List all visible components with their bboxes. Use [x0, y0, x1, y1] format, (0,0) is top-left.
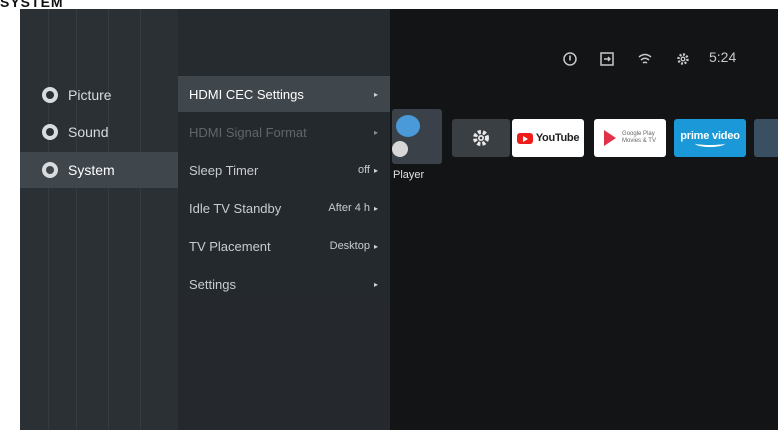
app-google-play-movies-tile[interactable]: Google Play Movies & TV: [594, 119, 666, 157]
panel-stripe: [140, 9, 141, 430]
submenu-label: HDMI Signal Format: [189, 124, 307, 140]
submenu-value: After 4 h: [328, 202, 370, 214]
gear-icon[interactable]: [676, 52, 690, 66]
category-system[interactable]: System: [20, 152, 178, 188]
submenu-hdmi-cec-settings[interactable]: HDMI CEC Settings ▸: [178, 76, 390, 112]
disc-icon: [392, 141, 408, 157]
app-next-tile[interactable]: [754, 119, 778, 157]
youtube-logo-icon: [516, 132, 533, 144]
submenu-panel: HDMI CEC Settings ▸ HDMI Signal Format ▸…: [178, 9, 390, 430]
category-panel: Picture Sound System: [20, 9, 178, 430]
app-player-tile[interactable]: [392, 109, 442, 164]
app-youtube-tile[interactable]: YouTube: [512, 119, 584, 157]
category-label: Picture: [68, 87, 112, 103]
app-player-label: Player: [393, 169, 425, 181]
submenu-idle-tv-standby[interactable]: Idle TV Standby After 4 h ▸: [178, 190, 390, 226]
chevron-right-icon: ▸: [373, 241, 378, 251]
google-play-line2: Movies & TV: [622, 138, 656, 144]
submenu-label: Settings: [189, 276, 236, 292]
google-play-label: Google Play Movies & TV: [622, 131, 656, 145]
google-play-logo-icon: [604, 130, 617, 146]
sound-icon: [42, 124, 58, 140]
submenu-label: TV Placement: [189, 238, 271, 254]
submenu-sleep-timer[interactable]: Sleep Timer off ▸: [178, 152, 390, 188]
submenu-label: HDMI CEC Settings: [189, 86, 304, 102]
panel-stripe: [76, 9, 77, 430]
chevron-right-icon: ▸: [373, 165, 378, 175]
category-label: System: [68, 162, 115, 178]
submenu-settings[interactable]: Settings ▸: [178, 266, 390, 302]
input-source-icon[interactable]: [600, 52, 614, 66]
submenu-hdmi-signal-format[interactable]: HDMI Signal Format ▸: [178, 114, 390, 150]
chevron-right-icon: ▸: [373, 89, 378, 99]
player-logo-icon: [396, 115, 420, 137]
app-prime-video-tile[interactable]: prime video: [674, 119, 746, 157]
google-play-line1: Google Play: [622, 131, 655, 137]
prime-smile-icon: [695, 140, 725, 147]
gear-icon: [473, 130, 489, 146]
submenu-tv-placement[interactable]: TV Placement Desktop ▸: [178, 228, 390, 264]
chevron-right-icon: ▸: [373, 203, 378, 213]
submenu-label: Sleep Timer: [189, 162, 259, 178]
category-sound[interactable]: Sound: [20, 114, 178, 150]
submenu-value: Desktop: [329, 240, 370, 252]
category-picture[interactable]: Picture: [20, 77, 178, 113]
info-circle-icon[interactable]: [563, 52, 577, 66]
panel-stripe: [108, 9, 109, 430]
picture-icon: [42, 87, 58, 103]
submenu-empty-area: [178, 299, 390, 430]
tv-screen: Picture Sound System HDMI CEC Settings ▸…: [20, 9, 778, 430]
wrench-icon: [42, 162, 58, 178]
app-settings-tile[interactable]: [452, 119, 510, 157]
submenu-value: off: [357, 164, 370, 176]
submenu-label: Idle TV Standby: [189, 200, 282, 216]
chevron-right-icon: ▸: [373, 127, 378, 137]
youtube-label: YouTube: [535, 132, 580, 144]
wifi-icon[interactable]: [638, 52, 652, 66]
clock: 5:24: [709, 49, 737, 65]
submenu-header-area: [178, 9, 390, 75]
chevron-right-icon: ▸: [373, 279, 378, 289]
category-label: Sound: [68, 124, 109, 140]
panel-stripe: [48, 9, 49, 430]
